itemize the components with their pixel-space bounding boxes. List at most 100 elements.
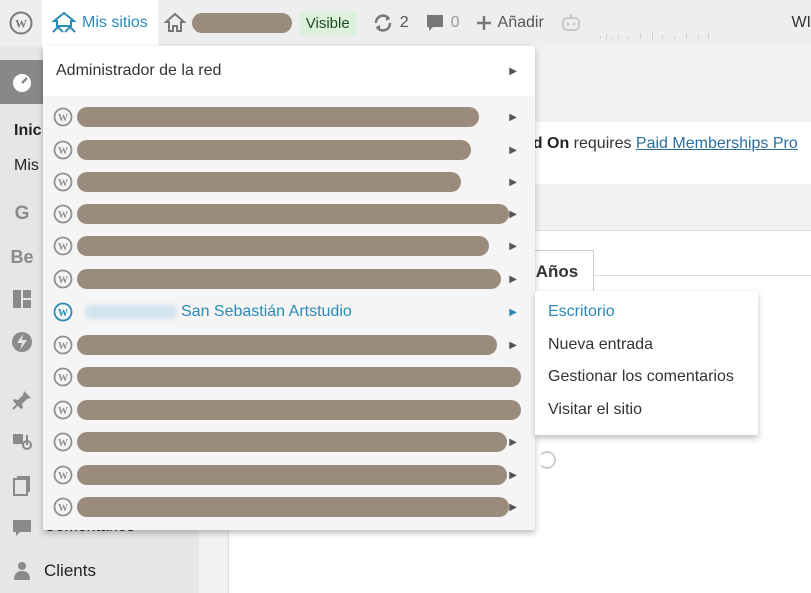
- svg-text:W: W: [58, 113, 68, 124]
- robot-icon: [561, 14, 580, 31]
- arrow-right-icon: ▶: [509, 339, 517, 351]
- site-item[interactable]: W ▶: [43, 263, 535, 295]
- site-item[interactable]: W: [43, 394, 535, 426]
- notice-plugin-link[interactable]: Paid Memberships Pro: [636, 135, 798, 152]
- my-sites-button[interactable]: Mis sitios: [42, 0, 158, 46]
- blurred-site-name: [77, 497, 509, 517]
- stats-sparkline[interactable]: [590, 0, 720, 46]
- blurred-site-name: [77, 465, 507, 485]
- current-site-button[interactable]: Visible: [158, 0, 364, 46]
- wordpress-logo-button[interactable]: W: [0, 0, 42, 46]
- site-item[interactable]: W: [43, 361, 535, 393]
- site-item[interactable]: W ▶: [43, 230, 535, 262]
- blurred-site-name: [77, 432, 507, 452]
- svg-text:W: W: [58, 146, 68, 157]
- arrow-right-icon: ▶: [509, 176, 517, 188]
- svg-text:W: W: [58, 471, 68, 482]
- blurred-site-name: [77, 367, 521, 387]
- wordpress-icon: W: [53, 269, 73, 289]
- site-item[interactable]: W ▶: [43, 329, 535, 361]
- svg-text:W: W: [58, 503, 68, 514]
- arrow-right-icon: ▶: [509, 111, 517, 123]
- submenu-new-post[interactable]: Nueva entrada: [535, 329, 758, 362]
- updates-count: 2: [399, 14, 409, 31]
- wordpress-icon: W: [53, 172, 73, 192]
- clients-icon: [10, 559, 34, 583]
- my-sites-dropdown: Administrador de la red ▶ W ▶ W ▶ W ▶ W …: [43, 46, 535, 530]
- layout-grid-icon[interactable]: [10, 287, 34, 311]
- comment-bubble-icon: [426, 15, 443, 31]
- updates-button[interactable]: 2: [364, 0, 417, 46]
- blurred-site-name: [77, 269, 501, 289]
- arrow-right-icon: ▶: [509, 306, 517, 318]
- blurred-site-name: [77, 204, 509, 224]
- media-icon[interactable]: [10, 430, 34, 454]
- submenu-manage-comments[interactable]: Gestionar los comentarios: [535, 361, 758, 394]
- wordpress-icon: W: [53, 140, 73, 160]
- behance-icon[interactable]: Be: [10, 245, 34, 269]
- refresh-icon: [374, 14, 391, 32]
- site-submenu: Escritorio Nueva entrada Gestionar los c…: [535, 291, 758, 435]
- notice-text: dd On requires Paid Memberships Pro: [523, 135, 798, 153]
- pages-icon[interactable]: [10, 473, 34, 497]
- svg-text:W: W: [58, 178, 68, 189]
- submenu-visit-site[interactable]: Visitar el sitio: [535, 394, 758, 427]
- sidebar-item-clients[interactable]: Clients: [0, 556, 199, 586]
- google-icon[interactable]: G: [10, 202, 34, 226]
- blurred-site-name: [77, 400, 521, 420]
- admin-bar: W Mis sitios Visible 2 0 Añadir WI: [0, 0, 811, 46]
- lightning-icon[interactable]: [10, 330, 34, 354]
- active-site-name: San Sebastián Artstudio: [181, 303, 352, 320]
- blurred-site-name: [77, 335, 497, 355]
- my-sites-label: Mis sitios: [82, 14, 148, 31]
- svg-text:W: W: [58, 275, 68, 286]
- blurred-site-name: [191, 13, 292, 33]
- site-item[interactable]: W ▶: [43, 166, 535, 198]
- arrow-right-icon: ▶: [509, 469, 517, 481]
- submenu-dashboard[interactable]: Escritorio: [535, 296, 758, 329]
- arrow-right-icon: ▶: [509, 144, 517, 156]
- comments-count: 0: [450, 14, 460, 31]
- site-item-active[interactable]: W San Sebastián Artstudio ▶: [43, 296, 535, 328]
- wordpress-icon: W: [53, 107, 73, 127]
- site-item[interactable]: W ▶: [43, 134, 535, 166]
- arrow-right-icon: ▶: [509, 501, 517, 513]
- wordpress-icon: W: [53, 236, 73, 256]
- svg-text:W: W: [58, 438, 68, 449]
- svg-text:W: W: [58, 242, 68, 253]
- wordpress-icon: W: [53, 432, 73, 452]
- site-item[interactable]: W ▶: [43, 101, 535, 133]
- network-admin-item[interactable]: Administrador de la red ▶: [43, 46, 535, 96]
- wordpress-icon: W: [53, 465, 73, 485]
- blurred-site-prefix: [85, 305, 177, 319]
- blurred-site-name: [77, 140, 471, 160]
- site-item[interactable]: W ▶: [43, 426, 535, 458]
- site-item[interactable]: W ▶: [43, 198, 535, 230]
- wordpress-icon: W: [53, 400, 73, 420]
- robot-button[interactable]: [552, 0, 590, 46]
- visible-badge: Visible: [299, 11, 356, 35]
- comments-icon[interactable]: [10, 516, 34, 540]
- notice-middle: requires: [569, 135, 636, 152]
- add-new-label: Añadir: [497, 14, 544, 31]
- blurred-site-name: [77, 107, 479, 127]
- home-icon: [163, 12, 186, 32]
- loading-spinner: [538, 451, 556, 469]
- user-account-button[interactable]: WI: [783, 0, 811, 46]
- wordpress-icon: W: [53, 204, 73, 224]
- wordpress-icon: W: [53, 497, 73, 517]
- wordpress-icon: W: [9, 11, 33, 35]
- network-admin-label: Administrador de la red: [56, 62, 222, 79]
- sidebar-subitem-home[interactable]: Inic: [14, 122, 42, 140]
- arrow-right-icon: ▶: [509, 436, 517, 448]
- site-item[interactable]: W ▶: [43, 459, 535, 491]
- comments-button[interactable]: 0: [417, 0, 468, 46]
- svg-text:W: W: [58, 406, 68, 417]
- svg-text:W: W: [58, 210, 68, 221]
- add-new-button[interactable]: Añadir: [468, 0, 552, 46]
- sidebar-subitem-my-sites[interactable]: Mis: [14, 157, 39, 175]
- wordpress-icon: W: [53, 335, 73, 355]
- blurred-site-name: [77, 172, 461, 192]
- pin-icon[interactable]: [10, 388, 34, 412]
- site-item[interactable]: W ▶: [43, 491, 535, 523]
